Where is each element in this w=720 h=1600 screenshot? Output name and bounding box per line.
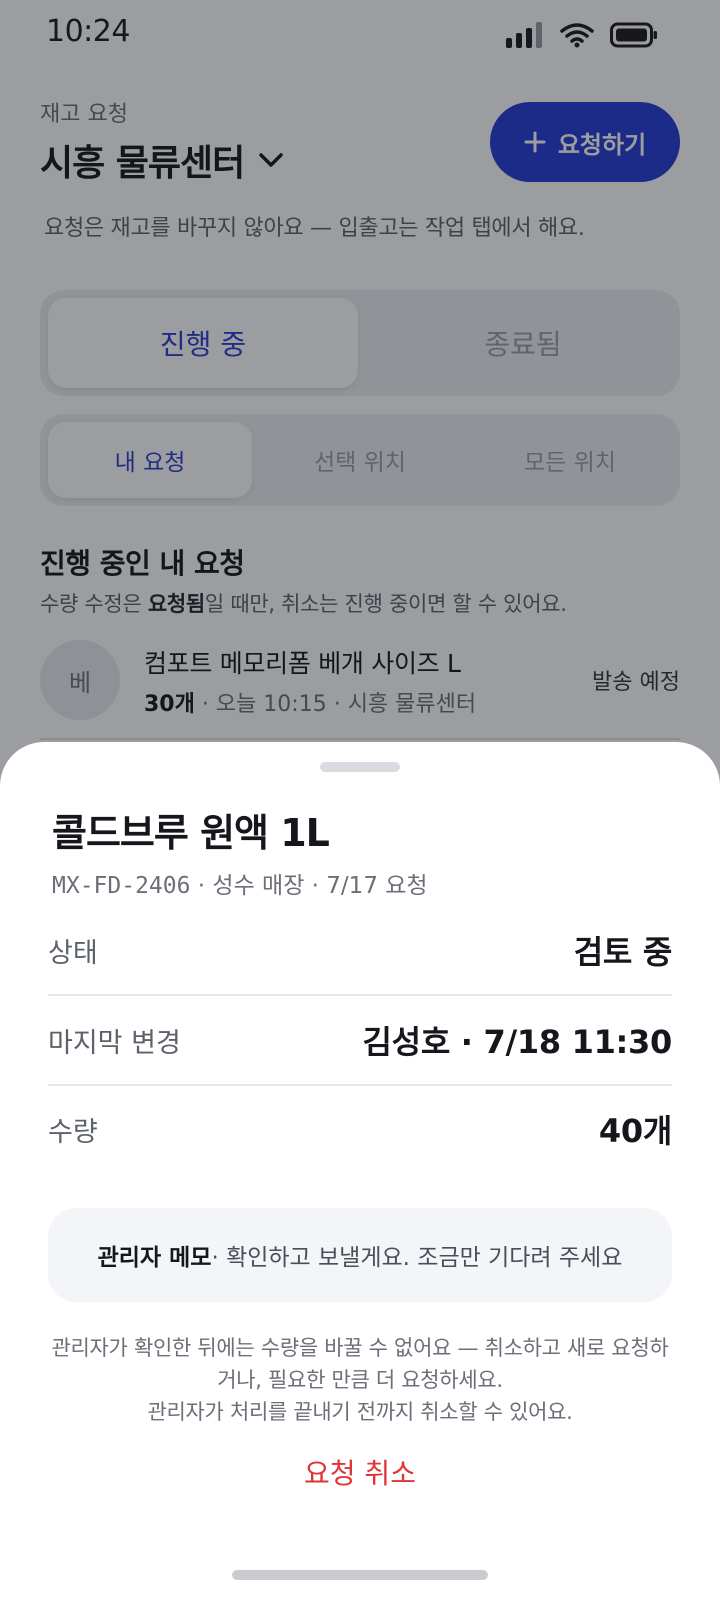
- screen: 10:24 재고 요청 시흥 물류센터 요청하기 요청은 재고를 바꾸지 않아요…: [0, 0, 720, 1600]
- notice-line-2: 관리자가 처리를 끝내기 전까지 취소할 수 있어요.: [147, 1400, 573, 1424]
- memo-text: · 확인하고 보낼게요. 조금만 기다려 주세요: [211, 1245, 623, 1271]
- sheet-grabber[interactable]: [320, 762, 400, 772]
- memo-label: 관리자 메모: [97, 1245, 212, 1271]
- sheet-title: 콜드브루 원액 1L: [52, 811, 330, 855]
- product-code: MX-FD-2406: [52, 873, 191, 899]
- detail-value: 검토 중: [573, 933, 673, 971]
- detail-value: 김성호 · 7/18 11:30: [362, 1023, 673, 1061]
- admin-memo: 관리자 메모 · 확인하고 보낼게요. 조금만 기다려 주세요: [48, 1208, 672, 1302]
- sheet-subtitle: MX-FD-2406 · 성수 매장 · 7/17 요청: [52, 866, 428, 900]
- sheet-subtitle-rest: · 성수 매장 · 7/17 요청: [190, 873, 428, 899]
- notice-line-1: 관리자가 확인한 뒤에는 수량을 바꿀 수 없어요 — 취소하고 새로 요청하거…: [51, 1336, 669, 1392]
- detail-row-status: 상태 검토 중: [48, 906, 672, 996]
- notice-text: 관리자가 확인한 뒤에는 수량을 바꿀 수 없어요 — 취소하고 새로 요청하거…: [44, 1332, 676, 1428]
- detail-label: 수량: [48, 1116, 98, 1148]
- detail-row-last-change: 마지막 변경 김성호 · 7/18 11:30: [48, 996, 672, 1086]
- request-detail-sheet: 콜드브루 원액 1L MX-FD-2406 · 성수 매장 · 7/17 요청 …: [0, 742, 720, 1600]
- cancel-request-button[interactable]: 요청 취소: [260, 1442, 460, 1502]
- detail-value: 40개: [598, 1112, 672, 1150]
- detail-label: 상태: [48, 937, 98, 969]
- home-indicator: [232, 1570, 488, 1580]
- detail-row-quantity: 수량 40개: [48, 1084, 672, 1174]
- detail-label: 마지막 변경: [48, 1027, 181, 1059]
